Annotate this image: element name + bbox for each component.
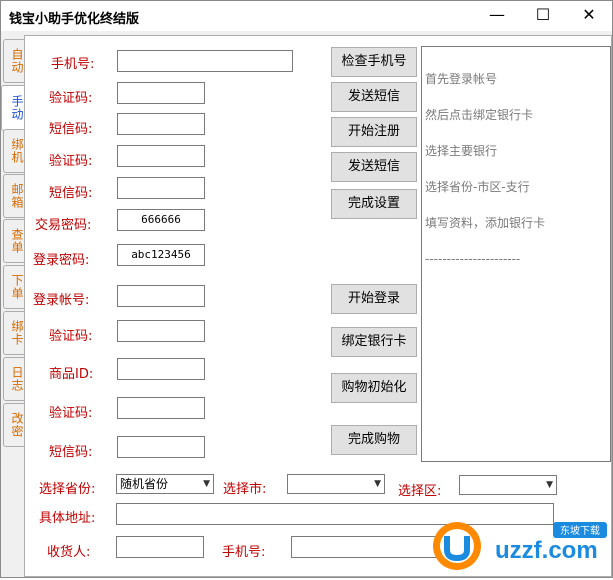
tab-auto[interactable]: 自动 [3, 39, 24, 83]
trade-password-label: 交易密码: [35, 218, 92, 233]
bind-card-button[interactable]: 绑定银行卡 [331, 327, 417, 357]
chevron-down-icon: ▼ [374, 479, 381, 489]
tab-change-password[interactable]: 改密 [3, 403, 24, 447]
login-password-label: 登录密码: [33, 253, 90, 268]
send-sms-button-1[interactable]: 发送短信 [331, 82, 417, 112]
log-line: 首先登录帐号 [425, 72, 498, 86]
tab-bind-phone[interactable]: 绑机 [3, 129, 24, 173]
phone-input[interactable] [117, 50, 293, 72]
province-label: 选择省份: [39, 482, 96, 497]
maximize-button[interactable]: ☐ [520, 1, 566, 31]
receiver-phone-input[interactable] [291, 536, 441, 558]
close-button[interactable]: ✕ [566, 1, 612, 31]
city-select[interactable]: ▼ [287, 474, 385, 494]
watermark-tagline: 东坡下载 [560, 524, 600, 537]
receiver-input[interactable] [116, 536, 204, 558]
tab-email[interactable]: 邮箱 [3, 174, 24, 218]
sms-code-label-3: 短信码: [49, 445, 93, 460]
log-line: ---------------------- [425, 252, 521, 266]
log-line: 然后点击绑定银行卡 [425, 108, 534, 122]
verify-code-input-2[interactable] [117, 145, 205, 167]
shop-init-button[interactable]: 购物初始化 [331, 373, 417, 403]
trade-password-input[interactable]: 666666 [117, 209, 205, 231]
minimize-button[interactable]: — [474, 1, 520, 31]
finish-setup-button[interactable]: 完成设置 [331, 189, 417, 219]
login-password-input[interactable]: abc123456 [117, 244, 205, 266]
sms-code-input-1[interactable] [117, 113, 205, 135]
log-textbox[interactable]: 首先登录帐号 然后点击绑定银行卡 选择主要银行 选择省份-市区-支行 填写资料，… [421, 46, 611, 462]
district-select[interactable]: ▼ [459, 475, 557, 495]
title-bar: 钱宝小助手优化终结版 — ☐ ✕ [1, 1, 612, 31]
verify-code-label-3: 验证码: [49, 329, 93, 344]
verify-code-label-2: 验证码: [49, 154, 93, 169]
verify-code-label-1: 验证码: [49, 91, 93, 106]
tab-check-order[interactable]: 查单 [3, 219, 24, 263]
tab-place-order[interactable]: 下单 [3, 265, 24, 309]
verify-code-input-1[interactable] [117, 82, 205, 104]
uzzf-logo-icon: uzzf.com 东坡下载 [433, 522, 607, 570]
sms-code-input-2[interactable] [117, 177, 205, 199]
district-label: 选择区: [398, 484, 442, 499]
check-phone-button[interactable]: 检查手机号 [331, 47, 417, 77]
sms-code-label-1: 短信码: [49, 122, 93, 137]
log-line: 选择省份-市区-支行 [425, 180, 530, 194]
receiver-phone-label: 手机号: [222, 545, 266, 560]
tab-log[interactable]: 日志 [3, 357, 24, 401]
province-select[interactable]: 随机省份 ▼ [116, 474, 214, 494]
phone-label: 手机号: [51, 57, 95, 72]
finish-purchase-button[interactable]: 完成购物 [331, 425, 417, 455]
login-account-label: 登录帐号: [33, 293, 90, 308]
verify-code-input-4[interactable] [117, 397, 205, 419]
chevron-down-icon: ▼ [203, 479, 210, 489]
sms-code-input-3[interactable] [117, 436, 205, 458]
product-id-label: 商品ID: [49, 367, 94, 382]
send-sms-button-2[interactable]: 发送短信 [331, 152, 417, 182]
log-line: 选择主要银行 [425, 144, 498, 158]
chevron-down-icon: ▼ [546, 480, 553, 490]
tab-bind-card[interactable]: 绑卡 [3, 311, 24, 355]
verify-code-label-4: 验证码: [49, 406, 93, 421]
verify-code-input-3[interactable] [117, 320, 205, 342]
login-account-input[interactable] [117, 285, 205, 307]
window-title: 钱宝小助手优化终结版 [9, 12, 140, 27]
app-window: 钱宝小助手优化终结版 — ☐ ✕ 自动 手动 绑机 邮箱 查单 下单 绑卡 日志… [0, 0, 613, 578]
start-register-button[interactable]: 开始注册 [331, 117, 417, 147]
province-value: 随机省份 [120, 477, 169, 491]
tab-manual[interactable]: 手动 [1, 85, 24, 131]
watermark-brand: uzzf.com [495, 537, 598, 564]
product-id-input[interactable] [117, 358, 205, 380]
start-login-button[interactable]: 开始登录 [331, 284, 417, 314]
manual-panel: 手机号: 验证码: 短信码: 验证码: 短信码: 交易密码: 666666 登录… [24, 35, 612, 577]
city-label: 选择市: [223, 482, 267, 497]
receiver-label: 收货人: [47, 545, 91, 560]
detail-address-label: 具体地址: [39, 511, 96, 526]
uzzf-watermark-logo: uzzf.com 东坡下载 [425, 512, 613, 578]
sms-code-label-2: 短信码: [49, 186, 93, 201]
log-line: 填写资料，添加银行卡 [425, 216, 546, 230]
